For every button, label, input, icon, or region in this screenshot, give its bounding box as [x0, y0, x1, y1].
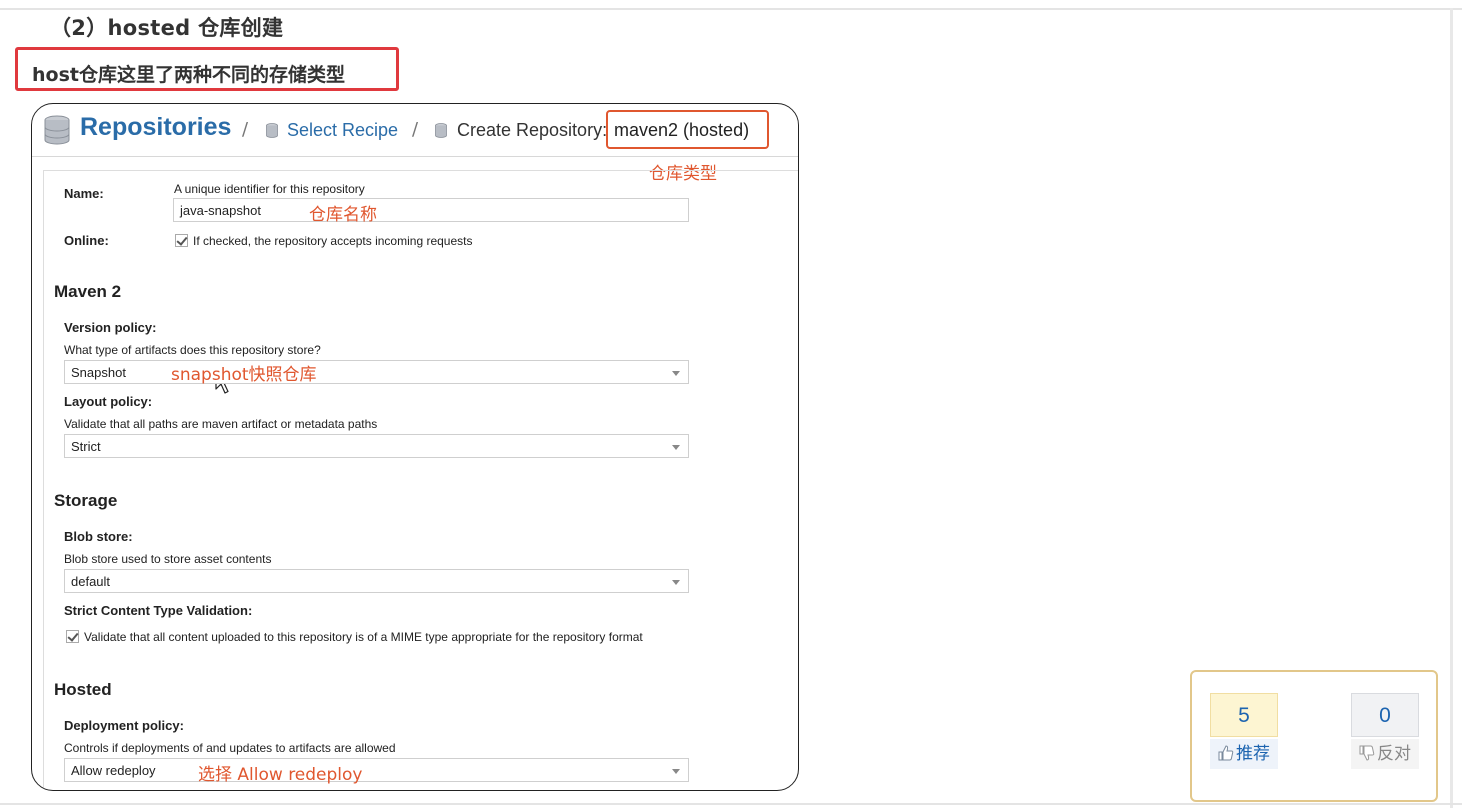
nexus-screenshot: Repositories / Select Recipe / Create Re… [31, 103, 799, 791]
breadcrumb: Repositories / Select Recipe / Create Re… [32, 104, 798, 157]
chevron-down-icon [672, 580, 680, 585]
breadcrumb-repositories[interactable]: Repositories [80, 113, 231, 142]
thumbs-down-icon [1359, 745, 1375, 761]
blob-store-help: Blob store used to store asset contents [64, 552, 272, 566]
repository-form: Name: A unique identifier for this repos… [43, 170, 798, 790]
thumbs-up-icon [1218, 745, 1234, 761]
callout-box: host仓库这里了两种不同的存储类型 [15, 47, 399, 91]
callout-text: host仓库这里了两种不同的存储类型 [32, 64, 345, 86]
strict-validation-label: Strict Content Type Validation: [64, 603, 253, 618]
name-input[interactable]: java-snapshot [173, 198, 689, 222]
storage-section-title: Storage [54, 491, 118, 510]
version-policy-help: What type of artifacts does this reposit… [64, 343, 321, 357]
layout-policy-help: Validate that all paths are maven artifa… [64, 417, 378, 431]
annotation-snapshot: snapshot快照仓库 [171, 365, 317, 385]
deployment-policy-help: Controls if deployments of and updates t… [64, 741, 396, 755]
database-icon [266, 123, 278, 138]
database-icon [44, 115, 70, 145]
oppose-button[interactable]: 反对 [1351, 739, 1419, 769]
name-label: Name: [64, 186, 104, 201]
section-heading: （2）hosted 仓库创建 [50, 16, 284, 40]
recommend-button[interactable]: 推荐 [1210, 739, 1278, 769]
deployment-policy-value: Allow redeploy [71, 763, 156, 778]
downvote-count: 0 [1351, 693, 1419, 737]
database-icon [435, 123, 447, 138]
deployment-policy-select[interactable]: Allow redeploy [64, 758, 689, 782]
name-input-value: java-snapshot [180, 203, 261, 218]
breadcrumb-create-repository: Create Repository: [457, 120, 608, 140]
name-help: A unique identifier for this repository [174, 182, 365, 196]
layout-policy-value: Strict [71, 439, 101, 454]
chevron-down-icon [672, 371, 680, 376]
blob-store-select[interactable]: default [64, 569, 689, 593]
online-label: Online: [64, 233, 109, 248]
annotation-redeploy: 选择 Allow redeploy [198, 765, 363, 785]
chevron-down-icon [672, 445, 680, 450]
blob-store-label: Blob store: [64, 529, 133, 544]
breadcrumb-select-recipe[interactable]: Select Recipe [287, 120, 398, 141]
version-policy-value: Snapshot [71, 365, 126, 380]
breadcrumb-separator: / [242, 119, 249, 140]
page-top-border [0, 8, 1462, 10]
hosted-section-title: Hosted [54, 680, 112, 699]
recommend-label: 推荐 [1236, 744, 1270, 764]
online-checkbox[interactable] [175, 234, 188, 247]
breadcrumb-separator: / [412, 119, 419, 140]
annotation-repo-name: 仓库名称 [309, 205, 377, 225]
repo-type-text: maven2 (hosted) [614, 120, 750, 140]
page-bottom-border [0, 803, 1462, 805]
layout-policy-label: Layout policy: [64, 394, 153, 409]
layout-policy-select[interactable]: Strict [64, 434, 689, 458]
strict-validation-help: Validate that all content uploaded to th… [84, 630, 643, 644]
oppose-label: 反对 [1377, 744, 1411, 764]
blob-store-value: default [71, 574, 111, 589]
online-help: If checked, the repository accepts incom… [193, 234, 473, 248]
maven2-section-title: Maven 2 [54, 282, 122, 301]
version-policy-select[interactable]: Snapshot [64, 360, 689, 384]
deployment-policy-label: Deployment policy: [64, 718, 184, 733]
upvote-count: 5 [1210, 693, 1278, 737]
chevron-down-icon [672, 769, 680, 774]
strict-validation-checkbox[interactable] [66, 630, 79, 643]
vote-widget: 5 0 推荐 反对 [1190, 670, 1438, 802]
version-policy-label: Version policy: [64, 320, 157, 335]
page-right-border [1450, 8, 1453, 808]
repo-type-highlight: maven2 (hosted) [606, 110, 769, 149]
